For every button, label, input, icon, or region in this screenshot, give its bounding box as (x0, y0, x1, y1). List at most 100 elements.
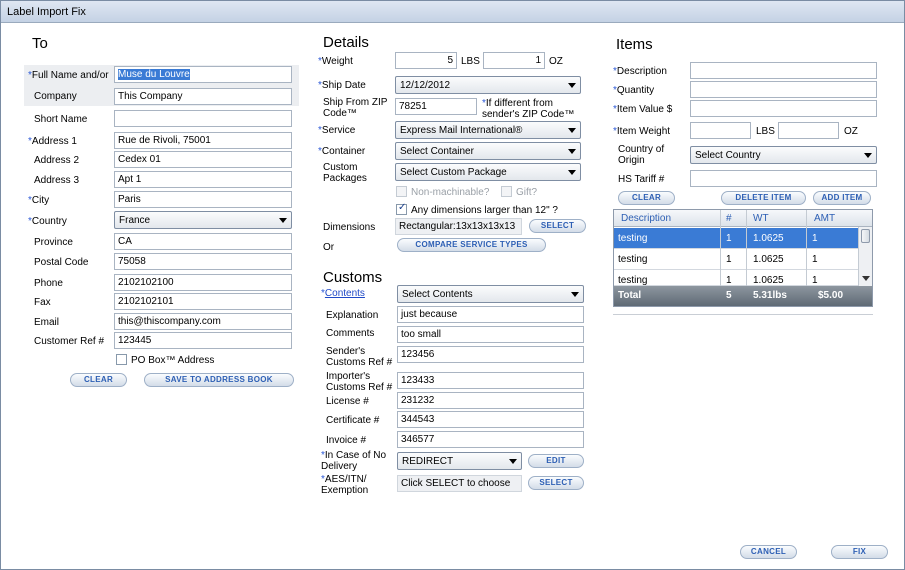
table-row[interactable]: testing 1 1.0625 1 (614, 228, 858, 249)
hs-tariff-field[interactable] (690, 170, 877, 187)
service-select[interactable]: Express Mail International® (395, 121, 581, 139)
chevron-down-icon (571, 292, 579, 297)
larger-than-12-checkbox[interactable] (396, 202, 407, 215)
address2-label: Address 2 (34, 155, 80, 166)
items-clear-button[interactable]: CLEAR (618, 191, 675, 205)
container-select[interactable]: Select Container (395, 142, 581, 160)
phone-label: Phone (34, 278, 63, 289)
country-of-origin-label: Country of Origin (618, 144, 665, 166)
col-amt-header[interactable]: AMT (814, 213, 835, 224)
city-label: City (31, 195, 50, 206)
sender-customs-ref-field[interactable]: 123456 (397, 346, 584, 363)
aes-select-button[interactable]: SELECT (528, 476, 584, 490)
invoice-label: Invoice # (326, 435, 367, 446)
to-clear-button[interactable]: CLEAR (70, 373, 127, 387)
aes-exemption-label: AES/ITN/ Exemption (321, 474, 369, 496)
divider (613, 314, 873, 315)
custom-packages-label: Custom Packages (323, 162, 367, 184)
gift-label: Gift? (516, 187, 538, 198)
full-name-field[interactable]: Muse du Louvre (114, 66, 292, 83)
company-field[interactable]: This Company (114, 88, 292, 105)
province-field[interactable]: CA (114, 233, 292, 250)
chevron-down-icon (279, 218, 287, 223)
comments-field[interactable]: too small (397, 326, 584, 343)
col-description-header[interactable]: Description (621, 213, 671, 224)
postal-code-field[interactable]: 75058 (114, 253, 292, 270)
address1-field[interactable]: Rue de Rivoli, 75001 (114, 132, 292, 149)
country-of-origin-select[interactable]: Select Country (690, 146, 877, 164)
no-delivery-select[interactable]: REDIRECT (397, 452, 522, 470)
fix-button[interactable]: FIX (831, 545, 888, 559)
item-weight-label: Item Weight (616, 126, 671, 137)
chevron-down-icon (864, 153, 872, 158)
email-field[interactable]: this@thiscompany.com (114, 313, 292, 330)
weight-label: Weight (321, 56, 353, 67)
weight-lbs-field[interactable]: 5 (395, 52, 457, 69)
items-heading: Items (616, 36, 653, 53)
importer-customs-ref-label: Importer's Customs Ref # (326, 371, 393, 393)
add-item-button[interactable]: ADD ITEM (813, 191, 871, 205)
col-wt-header[interactable]: WT (753, 213, 769, 224)
explanation-field[interactable]: just because (397, 306, 584, 323)
contents-link[interactable]: Contents (325, 288, 365, 299)
no-delivery-edit-button[interactable]: EDIT (528, 454, 584, 468)
chevron-down-icon (568, 149, 576, 154)
col-qty-header[interactable]: # (726, 213, 732, 224)
table-scrollbar[interactable] (858, 227, 872, 286)
explanation-label: Explanation (326, 310, 379, 321)
license-label: License # (326, 396, 369, 407)
dimensions-select-button[interactable]: SELECT (529, 219, 586, 233)
compare-service-types-button[interactable]: COMPARE SERVICE TYPES (397, 238, 546, 252)
table-row[interactable]: testing 1 1.0625 1 (614, 270, 858, 286)
short-name-field[interactable] (114, 110, 292, 127)
phone-field[interactable]: 2102102100 (114, 274, 292, 291)
details-heading: Details (323, 34, 369, 51)
scroll-down-icon[interactable] (862, 276, 870, 281)
cancel-button[interactable]: CANCEL (740, 545, 797, 559)
or-label: Or (323, 242, 335, 253)
item-description-field[interactable] (690, 62, 877, 79)
sender-customs-ref-label: Sender's Customs Ref # (326, 346, 393, 368)
chevron-down-icon (568, 128, 576, 133)
importer-customs-ref-field[interactable]: 123433 (397, 372, 584, 389)
non-machinable-checkbox[interactable] (396, 186, 407, 197)
item-value-field[interactable] (690, 100, 877, 117)
oz-unit-label: OZ (549, 56, 563, 67)
scrollbar-thumb[interactable] (861, 229, 870, 243)
certificate-field[interactable]: 344543 (397, 411, 584, 428)
customer-ref-field[interactable]: 123445 (114, 332, 292, 349)
license-field[interactable]: 231232 (397, 392, 584, 409)
invoice-field[interactable]: 346577 (397, 431, 584, 448)
gift-checkbox[interactable] (501, 186, 512, 197)
country-label: Country (31, 216, 67, 227)
item-weight-oz-field[interactable] (778, 122, 839, 139)
item-description-label: Description (616, 66, 667, 77)
address3-label: Address 3 (34, 175, 80, 186)
address3-field[interactable]: Apt 1 (114, 171, 292, 188)
country-select[interactable]: France (114, 211, 292, 229)
total-weight: 5.31lbs (753, 290, 787, 301)
lbs-unit-label: LBS (461, 56, 480, 67)
po-box-checkbox[interactable] (116, 354, 127, 365)
column-divider (720, 210, 721, 286)
customs-heading: Customs (323, 269, 383, 286)
chevron-down-icon (568, 170, 576, 175)
contents-select[interactable]: Select Contents (397, 285, 584, 303)
weight-oz-field[interactable]: 1 (483, 52, 545, 69)
fax-field[interactable]: 2102102101 (114, 293, 292, 310)
hs-tariff-label: HS Tariff # (618, 174, 665, 185)
save-to-address-book-button[interactable]: SAVE TO ADDRESS BOOK (144, 373, 294, 387)
delete-item-button[interactable]: DELETE ITEM (721, 191, 806, 205)
ship-from-zip-field[interactable]: 78251 (395, 98, 477, 115)
total-label: Total (618, 290, 642, 301)
items-table: Description # WT AMT testing 1 1.0625 1 … (613, 209, 873, 307)
item-quantity-field[interactable] (690, 81, 877, 98)
no-delivery-label: In Case of No Delivery (321, 450, 387, 472)
comments-label: Comments (326, 328, 375, 339)
address2-field[interactable]: Cedex 01 (114, 151, 292, 168)
city-field[interactable]: Paris (114, 191, 292, 208)
ship-date-select[interactable]: 12/12/2012 (395, 76, 581, 94)
custom-package-select[interactable]: Select Custom Package (395, 163, 581, 181)
table-row[interactable]: testing 1 1.0625 1 (614, 249, 858, 270)
item-weight-lbs-field[interactable] (690, 122, 751, 139)
